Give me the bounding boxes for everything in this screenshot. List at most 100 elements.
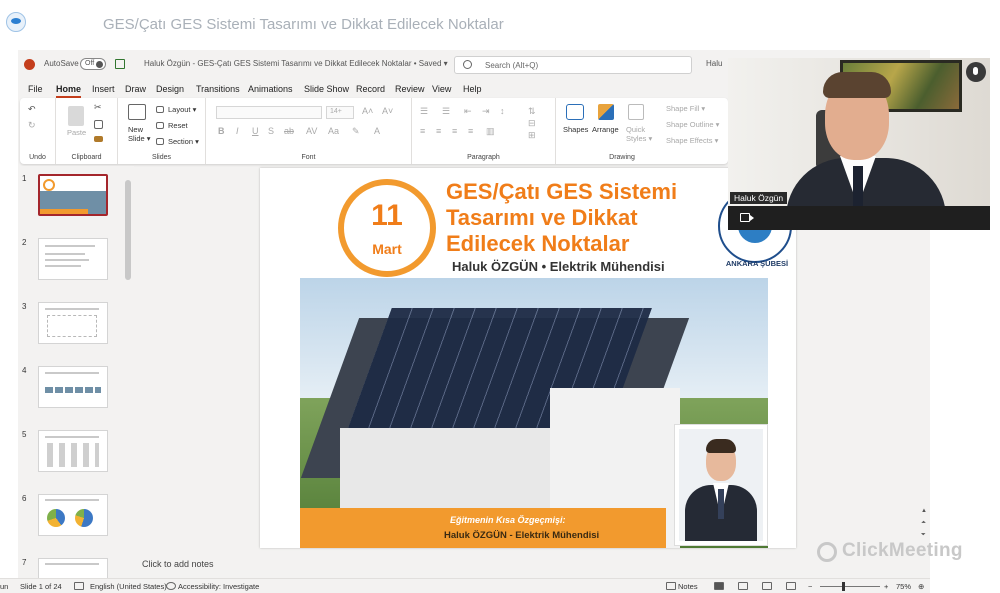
grow-font-icon[interactable]: A˄ bbox=[362, 106, 373, 116]
video-camera-icon[interactable] bbox=[740, 213, 754, 222]
previous-slide-icon[interactable]: ⏶ bbox=[921, 520, 926, 527]
align-right-icon[interactable]: ≡ bbox=[452, 126, 457, 136]
align-center-icon[interactable]: ≡ bbox=[436, 126, 441, 136]
layout-button[interactable]: Layout ▾ bbox=[168, 105, 196, 114]
notes-toggle[interactable]: Notes bbox=[678, 582, 698, 591]
section-button[interactable]: Section ▾ bbox=[168, 137, 199, 146]
undo-icon[interactable]: ↶ bbox=[28, 104, 36, 115]
line-spacing-icon[interactable]: ↕ bbox=[500, 106, 505, 116]
paste-icon[interactable] bbox=[68, 106, 84, 126]
spelling-icon[interactable] bbox=[74, 582, 84, 590]
tab-help[interactable]: Help bbox=[463, 84, 482, 94]
highlight-icon[interactable]: ✎ bbox=[352, 126, 360, 137]
underline-icon[interactable]: U bbox=[252, 126, 259, 136]
slide-thumbnail[interactable] bbox=[38, 430, 108, 472]
font-size-input[interactable]: 14+ bbox=[326, 106, 354, 119]
microphone-icon[interactable] bbox=[966, 62, 986, 82]
thumbnail-row[interactable]: 7 bbox=[18, 552, 130, 579]
slide-thumbnail[interactable] bbox=[38, 366, 108, 408]
font-name-input[interactable] bbox=[216, 106, 322, 119]
increase-indent-icon[interactable]: ⇥ bbox=[482, 106, 490, 117]
slideshow-icon[interactable] bbox=[786, 582, 796, 590]
align-text-icon[interactable]: ⊟ bbox=[528, 118, 536, 129]
tab-slide-show[interactable]: Slide Show bbox=[304, 84, 349, 94]
arrange-button[interactable]: Arrange bbox=[592, 125, 619, 134]
decrease-indent-icon[interactable]: ⇤ bbox=[464, 106, 472, 117]
normal-view-icon[interactable] bbox=[714, 582, 724, 590]
tab-draw[interactable]: Draw bbox=[125, 84, 146, 94]
bold-icon[interactable]: B bbox=[218, 126, 225, 136]
shadow-icon[interactable]: S bbox=[268, 126, 274, 136]
slide-sorter-icon[interactable] bbox=[738, 582, 748, 590]
shape-effects-button[interactable]: Shape Effects ▾ bbox=[666, 136, 718, 145]
slide-thumbnail[interactable] bbox=[38, 174, 108, 216]
copy-icon[interactable] bbox=[94, 120, 103, 129]
shape-fill-button[interactable]: Shape Fill ▾ bbox=[666, 104, 705, 113]
shapes-icon[interactable] bbox=[566, 104, 584, 120]
strikethrough-icon[interactable]: ab bbox=[284, 126, 294, 136]
arrange-icon[interactable] bbox=[598, 104, 614, 120]
accessibility-status[interactable]: Accessibility: Investigate bbox=[178, 582, 259, 591]
zoom-slider-knob[interactable] bbox=[842, 582, 845, 591]
shrink-font-icon[interactable]: A˅ bbox=[382, 106, 393, 116]
format-painter-icon[interactable] bbox=[94, 136, 103, 142]
redo-icon[interactable]: ↻ bbox=[28, 120, 36, 131]
font-color-icon[interactable]: A bbox=[374, 126, 380, 136]
thumbnail-row[interactable]: 6 bbox=[18, 488, 130, 548]
tab-file[interactable]: File bbox=[28, 84, 43, 94]
reset-button[interactable]: Reset bbox=[168, 121, 188, 130]
scrollbar-thumb[interactable] bbox=[125, 180, 131, 280]
tab-home[interactable]: Home bbox=[56, 84, 82, 98]
next-slide-icon[interactable]: ⏷ bbox=[921, 532, 926, 539]
scroll-up-icon[interactable]: ▲ bbox=[921, 508, 927, 514]
tab-review[interactable]: Review bbox=[395, 84, 425, 94]
smartart-icon[interactable]: ⊞ bbox=[528, 130, 536, 141]
autosave-toggle[interactable]: Off bbox=[80, 58, 106, 70]
tab-record[interactable]: Record bbox=[356, 84, 385, 94]
thumbnail-row[interactable]: 3 bbox=[18, 296, 130, 356]
notes-pane[interactable]: Click to add notes bbox=[134, 556, 924, 576]
quick-styles-icon[interactable] bbox=[628, 104, 644, 120]
thumbnail-row[interactable]: 1 bbox=[18, 168, 130, 228]
tab-design[interactable]: Design bbox=[156, 84, 184, 94]
text-direction-icon[interactable]: ⇅ bbox=[528, 106, 536, 117]
zoom-out-icon[interactable]: − bbox=[808, 582, 812, 591]
slide-thumbnail[interactable] bbox=[38, 238, 108, 280]
account-name[interactable]: Halu bbox=[706, 59, 722, 68]
tab-view[interactable]: View bbox=[432, 84, 451, 94]
reading-view-icon[interactable] bbox=[762, 582, 772, 590]
save-icon[interactable] bbox=[115, 59, 125, 69]
new-slide-icon[interactable] bbox=[128, 104, 146, 120]
bullets-icon[interactable]: ☰ bbox=[420, 106, 428, 117]
thumbnail-row[interactable]: 4 bbox=[18, 360, 130, 420]
numbering-icon[interactable]: ☰ bbox=[442, 106, 450, 117]
columns-icon[interactable]: ▥ bbox=[486, 126, 495, 137]
slide-thumbnail[interactable] bbox=[38, 494, 108, 536]
zoom-level[interactable]: 75% bbox=[896, 582, 911, 591]
quick-styles-button[interactable]: Quick Styles ▾ bbox=[626, 125, 652, 143]
shape-outline-button[interactable]: Shape Outline ▾ bbox=[666, 120, 719, 129]
zoom-slider[interactable] bbox=[820, 586, 880, 587]
fit-to-window-icon[interactable]: ⊕ bbox=[918, 582, 924, 591]
slide-thumbnail[interactable] bbox=[38, 558, 108, 579]
tab-animations[interactable]: Animations bbox=[248, 84, 293, 94]
justify-icon[interactable]: ≡ bbox=[468, 126, 473, 136]
cut-icon[interactable]: ✂ bbox=[94, 102, 102, 113]
slide-canvas[interactable]: 11 Mart GES/Çatı GES Sistemi Tasarımı ve… bbox=[260, 168, 796, 548]
document-title[interactable]: Haluk Özgün - GES-Çatı GES Sistemi Tasar… bbox=[144, 59, 448, 68]
new-slide-label[interactable]: New Slide ▾ bbox=[128, 125, 151, 143]
thumbnail-row[interactable]: 2 bbox=[18, 232, 130, 292]
search-input[interactable]: Search (Alt+Q) bbox=[454, 56, 692, 74]
align-left-icon[interactable]: ≡ bbox=[420, 126, 425, 136]
tab-insert[interactable]: Insert bbox=[92, 84, 115, 94]
tab-transitions[interactable]: Transitions bbox=[196, 84, 240, 94]
slide-thumbnail[interactable] bbox=[38, 302, 108, 344]
language-status[interactable]: English (United States) bbox=[90, 582, 167, 591]
change-case-icon[interactable]: Aa bbox=[328, 126, 339, 136]
thumbnail-row[interactable]: 5 bbox=[18, 424, 130, 484]
zoom-in-icon[interactable]: + bbox=[884, 582, 888, 591]
italic-icon[interactable]: I bbox=[236, 126, 239, 136]
char-spacing-icon[interactable]: AV bbox=[306, 126, 317, 136]
shapes-button[interactable]: Shapes bbox=[563, 125, 588, 134]
thumbnails-scrollbar[interactable] bbox=[124, 168, 132, 576]
